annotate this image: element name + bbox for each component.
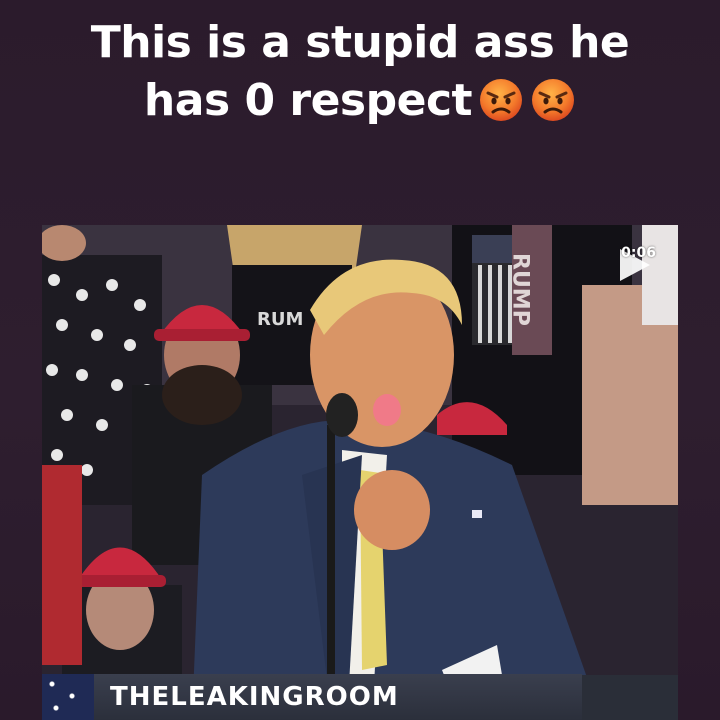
- video-player[interactable]: RUM RUMP 0:06 THELEAKINGROOM: [42, 225, 678, 720]
- caption-line-1: This is a stupid ass he: [90, 17, 630, 68]
- story-caption: This is a stupid ass he has 0 respect: [40, 14, 680, 130]
- video-timer: 0:06: [621, 245, 656, 261]
- sign-text: RUMP: [508, 253, 533, 326]
- angry-face-emoji-icon: [530, 77, 576, 123]
- shirt-text: RUM: [257, 309, 303, 330]
- watermark-bar: THELEAKINGROOM: [42, 674, 582, 720]
- story-screen: This is a stupid ass he has 0 respect RU…: [0, 0, 720, 720]
- angry-face-emoji-icon: [478, 77, 524, 123]
- play-button[interactable]: 0:06: [612, 243, 656, 287]
- caption-line-2: has 0 respect: [143, 75, 473, 126]
- caption-line-2-wrap: has 0 respect: [40, 72, 680, 130]
- video-frame: RUM RUMP: [42, 225, 678, 720]
- watermark-text: THELEAKINGROOM: [110, 682, 399, 712]
- flag-icon: [42, 674, 94, 720]
